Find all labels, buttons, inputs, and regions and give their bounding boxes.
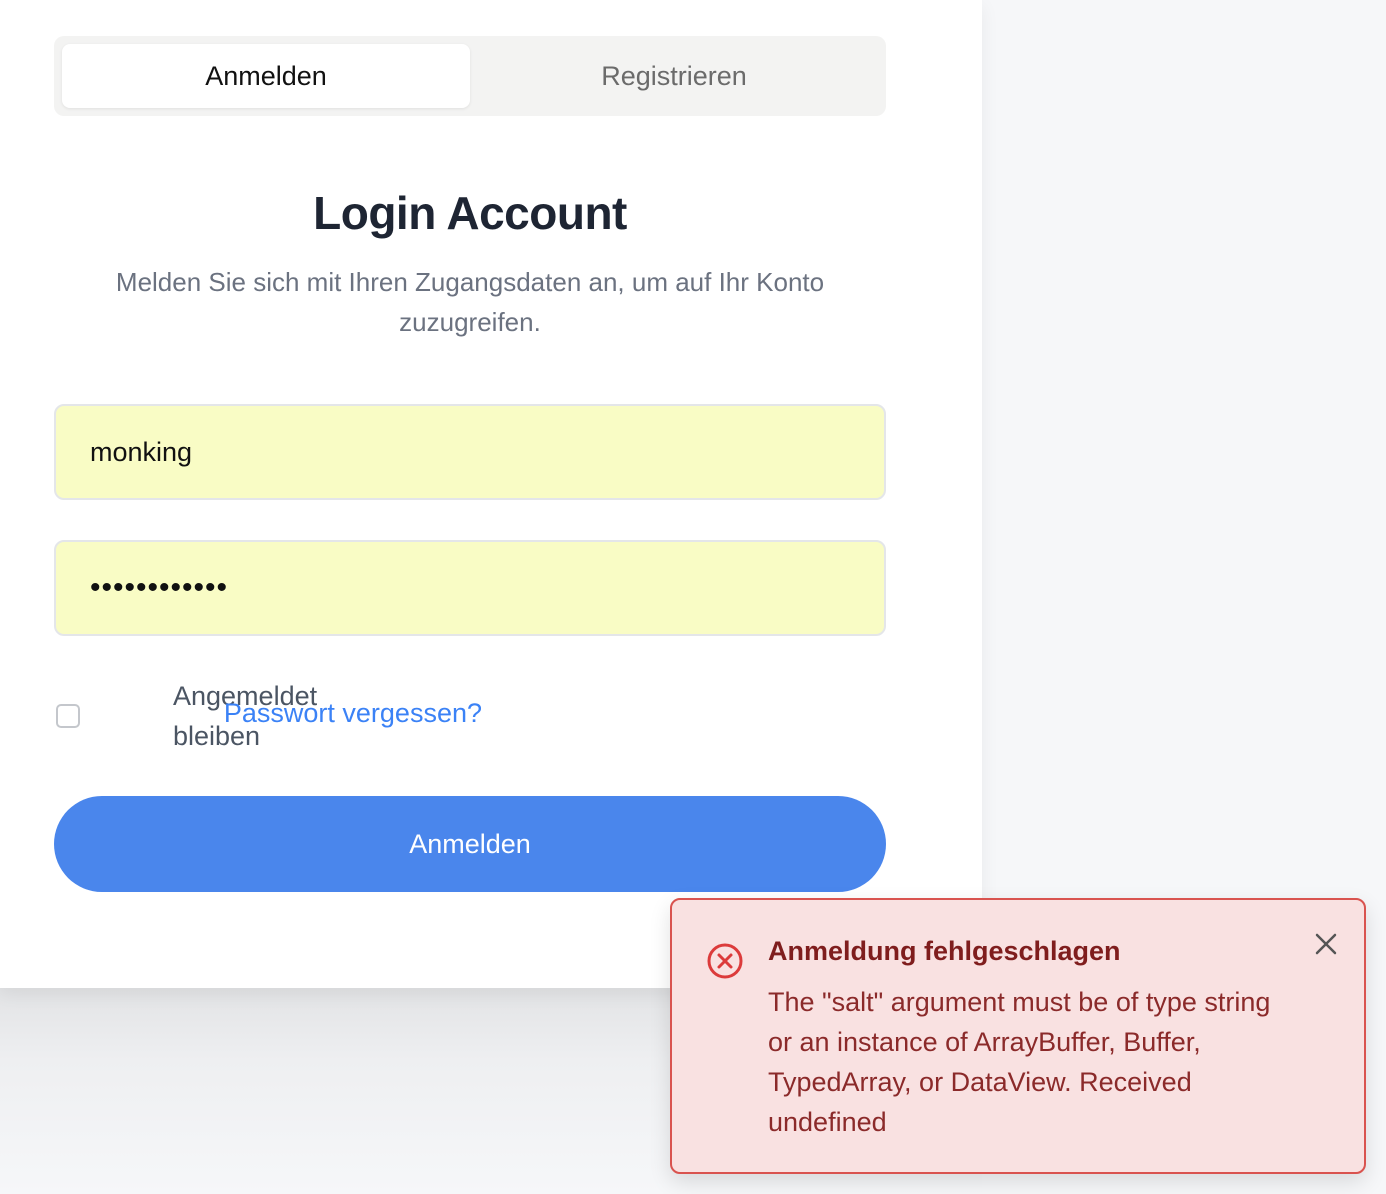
tab-login[interactable]: Anmelden xyxy=(62,44,470,108)
error-circle-x-icon xyxy=(706,942,744,980)
tab-register[interactable]: Registrieren xyxy=(470,44,878,108)
login-submit-button[interactable]: Anmelden xyxy=(54,796,886,892)
page-title: Login Account xyxy=(313,187,627,239)
username-input[interactable]: monking xyxy=(54,404,886,500)
toast-title: Anmeldung fehlgeschlagen xyxy=(768,936,1121,966)
remember-me-checkbox[interactable] xyxy=(56,704,80,728)
username-value: monking xyxy=(90,436,193,467)
password-value: •••••••••••• xyxy=(90,571,229,604)
forgot-password-link[interactable]: Passwort vergessen? xyxy=(224,698,482,729)
login-card: Anmelden Registrieren Login Account Meld… xyxy=(0,0,982,988)
page-subtitle: Melden Sie sich mit Ihren Zugangsdaten a… xyxy=(115,267,825,337)
auth-tabs: Anmelden Registrieren xyxy=(54,36,886,116)
password-input[interactable]: •••••••••••• xyxy=(54,540,886,636)
toast-message: The "salt" argument must be of type stri… xyxy=(768,987,1271,1137)
close-icon[interactable] xyxy=(1310,928,1342,960)
error-toast: Anmeldung fehlgeschlagen The "salt" argu… xyxy=(670,898,1366,1174)
